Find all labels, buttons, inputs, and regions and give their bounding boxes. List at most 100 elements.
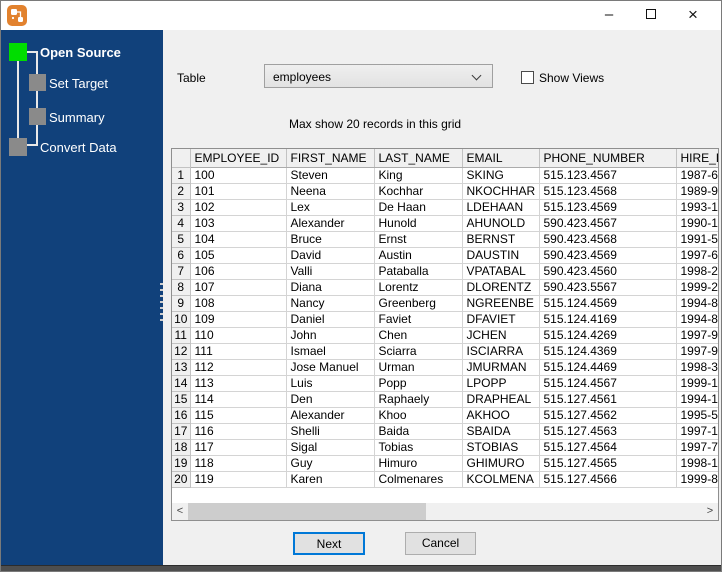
grid-cell[interactable]: KCOLMENA bbox=[462, 471, 540, 488]
grid-cell[interactable]: 1994-8 bbox=[676, 311, 718, 328]
grid-cell[interactable]: Raphaely bbox=[374, 391, 463, 408]
grid-cell[interactable]: Tobias bbox=[374, 439, 463, 456]
grid-corner-cell[interactable] bbox=[172, 149, 191, 168]
grid-cell[interactable]: 104 bbox=[190, 231, 287, 248]
grid-cell[interactable]: 515.127.4565 bbox=[539, 455, 677, 472]
grid-cell[interactable]: 590.423.5567 bbox=[539, 279, 677, 296]
grid-cell[interactable]: Daniel bbox=[286, 311, 375, 328]
scroll-right-button[interactable]: > bbox=[702, 503, 718, 520]
grid-cell[interactable]: Ismael bbox=[286, 343, 375, 360]
grid-cell[interactable]: Steven bbox=[286, 167, 375, 184]
grid-cell[interactable]: 106 bbox=[190, 263, 287, 280]
column-header-email[interactable]: EMAIL bbox=[462, 149, 540, 168]
grid-cell[interactable]: 1989-9 bbox=[676, 183, 718, 200]
grid-cell[interactable]: 515.123.4568 bbox=[539, 183, 677, 200]
grid-cell[interactable]: Nancy bbox=[286, 295, 375, 312]
grid-cell[interactable]: Lex bbox=[286, 199, 375, 216]
grid-cell[interactable]: DAUSTIN bbox=[462, 247, 540, 264]
grid-cell[interactable]: 116 bbox=[190, 423, 287, 440]
scroll-thumb[interactable] bbox=[188, 503, 426, 520]
grid-cell[interactable]: Diana bbox=[286, 279, 375, 296]
row-number-cell[interactable]: 20 bbox=[172, 471, 191, 488]
grid-cell[interactable]: GHIMURO bbox=[462, 455, 540, 472]
grid-cell[interactable]: Den bbox=[286, 391, 375, 408]
grid-cell[interactable]: DRAPHEAL bbox=[462, 391, 540, 408]
grid-cell[interactable]: 1998-1 bbox=[676, 455, 718, 472]
column-header-last-name[interactable]: LAST_NAME bbox=[374, 149, 463, 168]
grid-cell[interactable]: 111 bbox=[190, 343, 287, 360]
grid-cell[interactable]: Himuro bbox=[374, 455, 463, 472]
column-header-phone-number[interactable]: PHONE_NUMBER bbox=[539, 149, 677, 168]
grid-cell[interactable]: 115 bbox=[190, 407, 287, 424]
grid-cell[interactable]: 107 bbox=[190, 279, 287, 296]
grid-cell[interactable]: Luis bbox=[286, 375, 375, 392]
row-number-cell[interactable]: 16 bbox=[172, 407, 191, 424]
grid-cell[interactable]: 1994-1 bbox=[676, 391, 718, 408]
cancel-button[interactable]: Cancel bbox=[405, 532, 476, 555]
row-number-cell[interactable]: 11 bbox=[172, 327, 191, 344]
grid-cell[interactable]: ISCIARRA bbox=[462, 343, 540, 360]
grid-cell[interactable]: Valli bbox=[286, 263, 375, 280]
grid-cell[interactable]: 101 bbox=[190, 183, 287, 200]
maximize-button[interactable] bbox=[634, 0, 668, 30]
grid-cell[interactable]: BERNST bbox=[462, 231, 540, 248]
grid-cell[interactable]: 1998-3 bbox=[676, 359, 718, 376]
grid-cell[interactable]: Lorentz bbox=[374, 279, 463, 296]
grid-cell[interactable]: Jose Manuel bbox=[286, 359, 375, 376]
grid-cell[interactable]: 1997-9 bbox=[676, 343, 718, 360]
show-views-label[interactable]: Show Views bbox=[539, 71, 604, 85]
row-number-cell[interactable]: 4 bbox=[172, 215, 191, 232]
grid-cell[interactable]: 515.124.4369 bbox=[539, 343, 677, 360]
grid-cell[interactable]: JCHEN bbox=[462, 327, 540, 344]
grid-cell[interactable]: Alexander bbox=[286, 407, 375, 424]
grid-cell[interactable]: 119 bbox=[190, 471, 287, 488]
row-number-cell[interactable]: 1 bbox=[172, 167, 191, 184]
grid-cell[interactable]: 590.423.4568 bbox=[539, 231, 677, 248]
grid-cell[interactable]: Pataballa bbox=[374, 263, 463, 280]
grid-cell[interactable]: DFAVIET bbox=[462, 311, 540, 328]
grid-cell[interactable]: SBAIDA bbox=[462, 423, 540, 440]
grid-cell[interactable]: Baida bbox=[374, 423, 463, 440]
grid-cell[interactable]: AHUNOLD bbox=[462, 215, 540, 232]
row-number-cell[interactable]: 12 bbox=[172, 343, 191, 360]
grid-cell[interactable]: 515.124.4269 bbox=[539, 327, 677, 344]
grid-cell[interactable]: 1997-9 bbox=[676, 327, 718, 344]
grid-cell[interactable]: 515.123.4567 bbox=[539, 167, 677, 184]
grid-cell[interactable]: SKING bbox=[462, 167, 540, 184]
column-header-first-name[interactable]: FIRST_NAME bbox=[286, 149, 375, 168]
column-header-employee-id[interactable]: EMPLOYEE_ID bbox=[190, 149, 287, 168]
grid-cell[interactable]: David bbox=[286, 247, 375, 264]
grid-cell[interactable]: 114 bbox=[190, 391, 287, 408]
grid-cell[interactable]: Karen bbox=[286, 471, 375, 488]
row-number-cell[interactable]: 7 bbox=[172, 263, 191, 280]
grid-cell[interactable]: LPOPP bbox=[462, 375, 540, 392]
grid-cell[interactable]: 515.127.4561 bbox=[539, 391, 677, 408]
grid-cell[interactable]: 515.127.4562 bbox=[539, 407, 677, 424]
grid-cell[interactable]: Austin bbox=[374, 247, 463, 264]
row-number-cell[interactable]: 9 bbox=[172, 295, 191, 312]
grid-cell[interactable]: Chen bbox=[374, 327, 463, 344]
grid-cell[interactable]: 103 bbox=[190, 215, 287, 232]
grid-cell[interactable]: 1999-8 bbox=[676, 471, 718, 488]
grid-cell[interactable]: Hunold bbox=[374, 215, 463, 232]
grid-cell[interactable]: 108 bbox=[190, 295, 287, 312]
grid-cell[interactable]: Bruce bbox=[286, 231, 375, 248]
grid-cell[interactable]: 1999-2 bbox=[676, 279, 718, 296]
grid-cell[interactable]: Khoo bbox=[374, 407, 463, 424]
grid-cell[interactable]: 118 bbox=[190, 455, 287, 472]
row-number-cell[interactable]: 3 bbox=[172, 199, 191, 216]
row-number-cell[interactable]: 8 bbox=[172, 279, 191, 296]
grid-cell[interactable]: 1987-6 bbox=[676, 167, 718, 184]
show-views-checkbox[interactable] bbox=[521, 71, 534, 84]
close-button[interactable]: × bbox=[676, 0, 710, 30]
grid-cell[interactable]: 110 bbox=[190, 327, 287, 344]
row-number-cell[interactable]: 2 bbox=[172, 183, 191, 200]
grid-cell[interactable]: 102 bbox=[190, 199, 287, 216]
row-number-cell[interactable]: 17 bbox=[172, 423, 191, 440]
grid-cell[interactable]: 515.124.4169 bbox=[539, 311, 677, 328]
grid-cell[interactable]: Greenberg bbox=[374, 295, 463, 312]
grid-cell[interactable]: Shelli bbox=[286, 423, 375, 440]
grid-cell[interactable]: Sigal bbox=[286, 439, 375, 456]
grid-cell[interactable]: 1997-7 bbox=[676, 439, 718, 456]
grid-cell[interactable]: 113 bbox=[190, 375, 287, 392]
